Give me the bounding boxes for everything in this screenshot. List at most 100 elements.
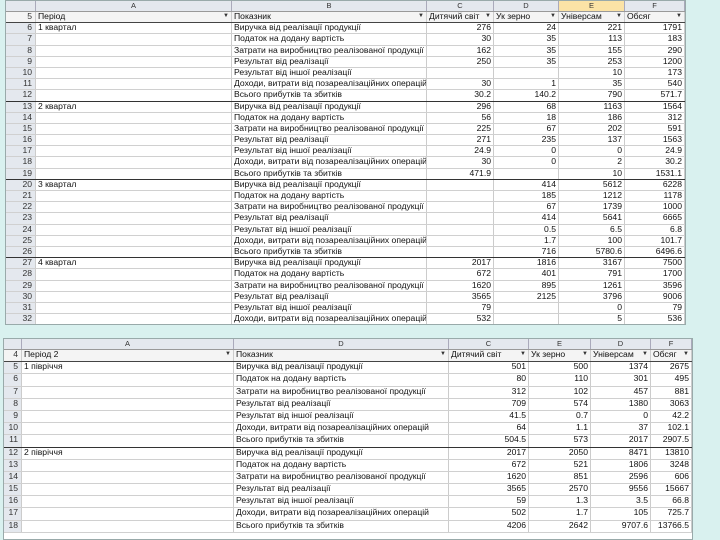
- indicator-cell[interactable]: Затрати на виробництво реалізованої прод…: [234, 386, 449, 398]
- value-cell[interactable]: 35: [559, 79, 625, 90]
- total-cell[interactable]: 540: [625, 79, 685, 90]
- header-cell[interactable]: Період 2 ▼: [22, 350, 234, 362]
- value-cell[interactable]: 185: [494, 191, 559, 202]
- value-cell[interactable]: 532: [427, 314, 494, 324]
- value-cell[interactable]: 41.5: [449, 410, 529, 423]
- value-cell[interactable]: 253: [559, 56, 625, 67]
- indicator-cell[interactable]: Податок на додану вартість: [234, 459, 449, 471]
- indicator-cell[interactable]: Результат від іншої реалізації: [232, 146, 427, 157]
- indicator-cell[interactable]: Всього прибутків та збитків: [234, 520, 449, 532]
- bottom-spreadsheet[interactable]: A D C E D F 4 Період 2 ▼ Показник ▼ Дитячий світ ▼ Ук…: [3, 338, 693, 540]
- total-cell[interactable]: 30.2: [625, 157, 685, 168]
- period-cell[interactable]: [22, 374, 234, 386]
- total-cell[interactable]: 79: [625, 302, 685, 314]
- value-cell[interactable]: [427, 67, 494, 79]
- period-cell[interactable]: [22, 435, 234, 447]
- column-letter[interactable]: F: [625, 1, 685, 11]
- value-cell[interactable]: 312: [449, 386, 529, 398]
- filter-dropdown-icon[interactable]: ▼: [616, 12, 622, 22]
- total-cell[interactable]: 42.2: [651, 410, 692, 423]
- value-cell[interactable]: 1620: [427, 280, 494, 291]
- period-cell[interactable]: 1 півріччя: [22, 362, 234, 374]
- total-cell[interactable]: 66.8: [651, 496, 692, 508]
- value-cell[interactable]: 301: [591, 374, 651, 386]
- value-cell[interactable]: 471.9: [427, 168, 494, 179]
- filter-dropdown-icon[interactable]: ▼: [683, 350, 689, 360]
- column-letter[interactable]: D: [591, 339, 651, 349]
- value-cell[interactable]: [427, 224, 494, 235]
- value-cell[interactable]: 37: [591, 423, 651, 435]
- total-cell[interactable]: 1791: [625, 23, 685, 34]
- indicator-cell[interactable]: Результат від реалізації: [234, 484, 449, 496]
- indicator-cell[interactable]: Результат від іншої реалізації: [234, 496, 449, 508]
- value-cell[interactable]: 10: [559, 67, 625, 79]
- value-cell[interactable]: 110: [529, 374, 591, 386]
- value-cell[interactable]: 67: [494, 123, 559, 135]
- value-cell[interactable]: 5612: [559, 179, 625, 190]
- value-cell[interactable]: 137: [559, 135, 625, 146]
- indicator-cell[interactable]: Виручка від реалізації продукції: [234, 447, 449, 459]
- filter-dropdown-icon[interactable]: ▼: [582, 350, 588, 360]
- value-cell[interactable]: 3565: [449, 484, 529, 496]
- indicator-cell[interactable]: Виручка від реалізації продукції: [234, 362, 449, 374]
- filter-dropdown-icon[interactable]: ▼: [485, 12, 491, 22]
- value-cell[interactable]: 1816: [494, 258, 559, 269]
- value-cell[interactable]: 35: [494, 34, 559, 45]
- period-cell[interactable]: [36, 302, 232, 314]
- value-cell[interactable]: [494, 168, 559, 179]
- value-cell[interactable]: 1.1: [529, 423, 591, 435]
- value-cell[interactable]: 9707.6: [591, 520, 651, 532]
- value-cell[interactable]: 2125: [494, 291, 559, 302]
- header-cell[interactable]: Дитячий світ ▼: [427, 12, 494, 23]
- total-cell[interactable]: 571.7: [625, 90, 685, 101]
- filter-dropdown-icon[interactable]: ▼: [225, 350, 231, 360]
- value-cell[interactable]: 672: [427, 269, 494, 280]
- value-cell[interactable]: 0: [494, 157, 559, 168]
- total-cell[interactable]: 3596: [625, 280, 685, 291]
- period-cell[interactable]: [36, 224, 232, 235]
- total-cell[interactable]: 536: [625, 314, 685, 324]
- value-cell[interactable]: 225: [427, 123, 494, 135]
- value-cell[interactable]: 1380: [591, 398, 651, 410]
- period-cell[interactable]: 1 квартал: [36, 23, 232, 34]
- period-cell[interactable]: 2 квартал: [36, 101, 232, 112]
- value-cell[interactable]: 1806: [591, 459, 651, 471]
- indicator-cell[interactable]: Затрати на виробництво реалізованої прод…: [232, 280, 427, 291]
- value-cell[interactable]: 1.3: [529, 496, 591, 508]
- value-cell[interactable]: 30: [427, 34, 494, 45]
- top-spreadsheet[interactable]: A B C D E F 5 Період ▼ Показник ▼ Дитячий світ ▼ Ук з…: [5, 0, 686, 325]
- period-cell[interactable]: [36, 168, 232, 179]
- header-cell[interactable]: Ук зерно ▼: [494, 12, 559, 23]
- value-cell[interactable]: 3.5: [591, 496, 651, 508]
- value-cell[interactable]: 1163: [559, 101, 625, 112]
- value-cell[interactable]: 716: [494, 246, 559, 258]
- total-cell[interactable]: 101.7: [625, 235, 685, 246]
- value-cell[interactable]: 221: [559, 23, 625, 34]
- value-cell[interactable]: 155: [559, 45, 625, 56]
- period-cell[interactable]: [22, 471, 234, 484]
- period-cell[interactable]: [36, 135, 232, 146]
- value-cell[interactable]: 457: [591, 386, 651, 398]
- header-cell[interactable]: Показник ▼: [232, 12, 427, 23]
- value-cell[interactable]: 521: [529, 459, 591, 471]
- value-cell[interactable]: 851: [529, 471, 591, 484]
- value-cell[interactable]: 574: [529, 398, 591, 410]
- value-cell[interactable]: 105: [591, 508, 651, 520]
- total-cell[interactable]: 725.7: [651, 508, 692, 520]
- period-cell[interactable]: [36, 79, 232, 90]
- value-cell[interactable]: 67: [494, 202, 559, 213]
- period-cell[interactable]: [36, 269, 232, 280]
- header-cell[interactable]: Універсам ▼: [591, 350, 651, 362]
- indicator-cell[interactable]: Всього прибутків та збитків: [232, 90, 427, 101]
- period-cell[interactable]: [36, 235, 232, 246]
- header-cell[interactable]: Ук зерно ▼: [529, 350, 591, 362]
- value-cell[interactable]: 250: [427, 56, 494, 67]
- indicator-cell[interactable]: Результат від реалізації: [232, 213, 427, 224]
- value-cell[interactable]: 24.9: [427, 146, 494, 157]
- period-cell[interactable]: [36, 67, 232, 79]
- total-cell[interactable]: 1563: [625, 135, 685, 146]
- indicator-cell[interactable]: Результат від іншої реалізації: [232, 302, 427, 314]
- indicator-cell[interactable]: Податок на додану вартість: [234, 374, 449, 386]
- value-cell[interactable]: 24: [494, 23, 559, 34]
- value-cell[interactable]: 500: [529, 362, 591, 374]
